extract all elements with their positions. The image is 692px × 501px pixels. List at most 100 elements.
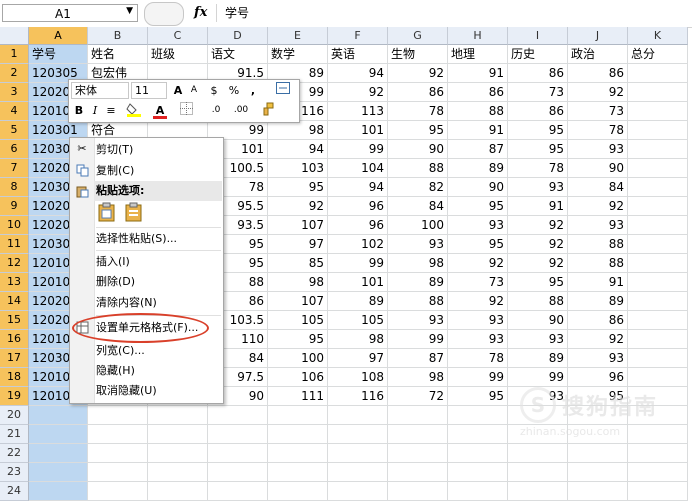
cell-K13[interactable] [628,273,688,292]
cell-F12[interactable]: 99 [328,254,388,273]
cell-J16[interactable]: 92 [568,330,628,349]
cell-I22[interactable] [508,444,568,463]
cell-J7[interactable]: 90 [568,159,628,178]
cell-K3[interactable] [628,83,688,102]
cell-F5[interactable]: 101 [328,121,388,140]
cell-C20[interactable] [148,406,208,425]
paste-option-keep-format-icon[interactable] [98,202,116,222]
cell-I13[interactable]: 95 [508,273,568,292]
fill-color-button[interactable] [124,102,146,119]
column-header-A[interactable]: A [29,27,88,45]
cell-H6[interactable]: 87 [448,140,508,159]
row-header-22[interactable]: 22 [0,444,29,463]
cell-E7[interactable]: 103 [268,159,328,178]
cell-I2[interactable]: 86 [508,64,568,83]
cell-K24[interactable] [628,482,688,501]
row-header-17[interactable]: 17 [0,349,29,368]
cell-D22[interactable] [208,444,268,463]
cell-I9[interactable]: 91 [508,197,568,216]
row-header-23[interactable]: 23 [0,463,29,482]
cell-G17[interactable]: 87 [388,349,448,368]
cell-H4[interactable]: 88 [448,102,508,121]
cell-J3[interactable]: 92 [568,83,628,102]
column-header-I[interactable]: I [508,27,568,45]
cell-J15[interactable]: 86 [568,311,628,330]
row-header-11[interactable]: 11 [0,235,29,254]
align-center-icon[interactable]: ≡ [104,102,118,119]
cell-H7[interactable]: 89 [448,159,508,178]
paste-option-values-icon[interactable] [125,202,143,222]
cell-I5[interactable]: 95 [508,121,568,140]
cell-G8[interactable]: 82 [388,178,448,197]
cell-H21[interactable] [448,425,508,444]
cell-I4[interactable]: 86 [508,102,568,121]
cell-A24[interactable] [29,482,88,501]
cell-H16[interactable]: 93 [448,330,508,349]
cell-E6[interactable]: 94 [268,140,328,159]
cell-F14[interactable]: 89 [328,292,388,311]
cell-I6[interactable]: 95 [508,140,568,159]
column-header-C[interactable]: C [148,27,208,45]
percent-button[interactable]: % [226,82,242,99]
comma-style-button[interactable]: , [245,82,261,99]
cell-J6[interactable]: 93 [568,140,628,159]
cell-G12[interactable]: 98 [388,254,448,273]
cell-J24[interactable] [568,482,628,501]
cell-G6[interactable]: 90 [388,140,448,159]
cell-E11[interactable]: 97 [268,235,328,254]
cell-G7[interactable]: 88 [388,159,448,178]
cell-B23[interactable] [88,463,148,482]
cell-E22[interactable] [268,444,328,463]
font-size-select[interactable]: 11 [131,82,167,99]
cell-K7[interactable] [628,159,688,178]
cell-G11[interactable]: 93 [388,235,448,254]
formula-bar-resize-handle[interactable] [144,2,184,26]
row-header-14[interactable]: 14 [0,292,29,311]
cell-A20[interactable] [29,406,88,425]
cell-E9[interactable]: 92 [268,197,328,216]
menu-item-unhide[interactable]: 取消隐藏(U) [96,381,157,400]
cell-G9[interactable]: 84 [388,197,448,216]
cell-G18[interactable]: 98 [388,368,448,387]
cell-G10[interactable]: 100 [388,216,448,235]
cell-E21[interactable] [268,425,328,444]
cell-E15[interactable]: 105 [268,311,328,330]
cell-F3[interactable]: 92 [328,83,388,102]
row-header-5[interactable]: 5 [0,121,29,140]
menu-item-cut[interactable]: 剪切(T) [96,140,133,159]
cell-F23[interactable] [328,463,388,482]
cell-F13[interactable]: 101 [328,273,388,292]
cell-H5[interactable]: 91 [448,121,508,140]
cell-D21[interactable] [208,425,268,444]
column-header-B[interactable]: B [88,27,148,45]
row-header-10[interactable]: 10 [0,216,29,235]
cell-H22[interactable] [448,444,508,463]
cell-J1[interactable]: 政治 [568,45,628,64]
cell-J10[interactable]: 93 [568,216,628,235]
menu-item-column-width[interactable]: 列宽(C)... [96,341,145,360]
cell-I3[interactable]: 73 [508,83,568,102]
cell-E14[interactable]: 107 [268,292,328,311]
cell-I17[interactable]: 89 [508,349,568,368]
cell-K5[interactable] [628,121,688,140]
cell-K14[interactable] [628,292,688,311]
cell-E20[interactable] [268,406,328,425]
cell-F8[interactable]: 94 [328,178,388,197]
cell-K17[interactable] [628,349,688,368]
bold-button[interactable]: B [72,102,86,119]
cell-H13[interactable]: 73 [448,273,508,292]
cell-K16[interactable] [628,330,688,349]
cell-J22[interactable] [568,444,628,463]
cell-H10[interactable]: 93 [448,216,508,235]
menu-item-clear-contents[interactable]: 清除内容(N) [96,293,157,312]
menu-item-delete[interactable]: 删除(D) [96,272,135,291]
cell-G15[interactable]: 93 [388,311,448,330]
cell-B20[interactable] [88,406,148,425]
cell-F2[interactable]: 94 [328,64,388,83]
column-header-H[interactable]: H [448,27,508,45]
cell-G21[interactable] [388,425,448,444]
cell-G23[interactable] [388,463,448,482]
cell-D23[interactable] [208,463,268,482]
row-header-3[interactable]: 3 [0,83,29,102]
row-header-20[interactable]: 20 [0,406,29,425]
